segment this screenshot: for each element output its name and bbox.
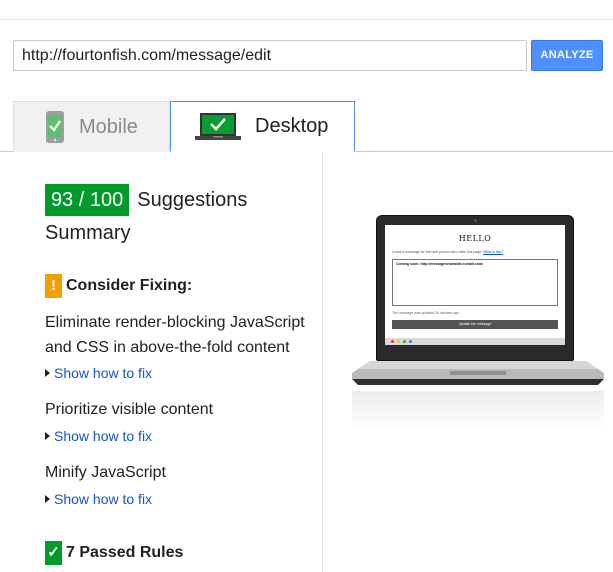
show-how-to-fix-link[interactable]: Show how to fix xyxy=(45,428,152,444)
preview-intro-link: What is this? xyxy=(483,250,504,254)
consider-fixing-heading: ! Consider Fixing: xyxy=(45,274,192,298)
show-how-to-fix-label: Show how to fix xyxy=(54,491,153,507)
check-icon: ✓ xyxy=(45,541,62,565)
preview-title: HELLO xyxy=(458,234,492,243)
tab-desktop[interactable]: Desktop xyxy=(170,101,355,152)
score-badge: 93 / 100 xyxy=(45,184,130,216)
webcam-icon xyxy=(474,219,477,222)
consider-fixing-label: Consider Fixing: xyxy=(66,277,193,294)
rule-title: Minify JavaScript xyxy=(45,464,166,481)
rule-title: Prioritize visible content xyxy=(45,401,214,418)
expand-triangle-icon xyxy=(45,369,50,377)
top-divider xyxy=(0,19,613,20)
desktop-monitor-check-icon xyxy=(195,112,241,142)
show-how-to-fix-label: Show how to fix xyxy=(54,428,153,444)
summary-label: Summary xyxy=(45,222,131,244)
laptop-base xyxy=(352,361,604,389)
analyze-button[interactable]: ANALYZE xyxy=(531,40,603,71)
show-how-to-fix-label: Show how to fix xyxy=(54,365,153,381)
preview-screen: HELLO Leave a message for the next perso… xyxy=(385,225,565,345)
show-how-to-fix-link[interactable]: Show how to fix xyxy=(45,491,152,507)
preview-update-button: Update the message xyxy=(392,320,558,329)
preview-message-box: Coming soon: http://messageonwebsite.tum… xyxy=(392,259,558,306)
expand-triangle-icon xyxy=(45,495,50,503)
passed-rules-label: 7 Passed Rules xyxy=(66,544,184,561)
warning-icon: ! xyxy=(45,274,62,298)
preview-updated-text: The message was updated 26 minutes ago. xyxy=(392,311,460,315)
laptop-reflection xyxy=(352,391,604,431)
tab-mobile[interactable]: Mobile xyxy=(13,101,170,152)
url-input[interactable] xyxy=(13,40,527,71)
show-how-to-fix-link[interactable]: Show how to fix xyxy=(45,365,152,381)
tab-mobile-label: Mobile xyxy=(79,115,138,138)
expand-triangle-icon xyxy=(45,432,50,440)
device-tabs: Mobile Desktop xyxy=(0,101,613,152)
preview-taskbar xyxy=(385,338,565,345)
preview-intro-text: Leave a message for the next person who … xyxy=(392,250,483,254)
mobile-phone-check-icon xyxy=(45,110,65,144)
tab-desktop-label: Desktop xyxy=(255,115,329,137)
laptop-lid: HELLO Leave a message for the next perso… xyxy=(376,215,574,361)
preview-intro: Leave a message for the next person who … xyxy=(392,250,503,254)
score-row: 93 / 100 Suggestions xyxy=(45,184,247,216)
desktop-preview: HELLO Leave a message for the next perso… xyxy=(352,215,604,435)
column-divider xyxy=(322,152,323,572)
score-suffix: Suggestions xyxy=(137,188,248,211)
passed-rules-heading[interactable]: ✓ 7 Passed Rules xyxy=(45,541,183,565)
rule-title: Eliminate render-blocking JavaScript and… xyxy=(45,314,305,356)
